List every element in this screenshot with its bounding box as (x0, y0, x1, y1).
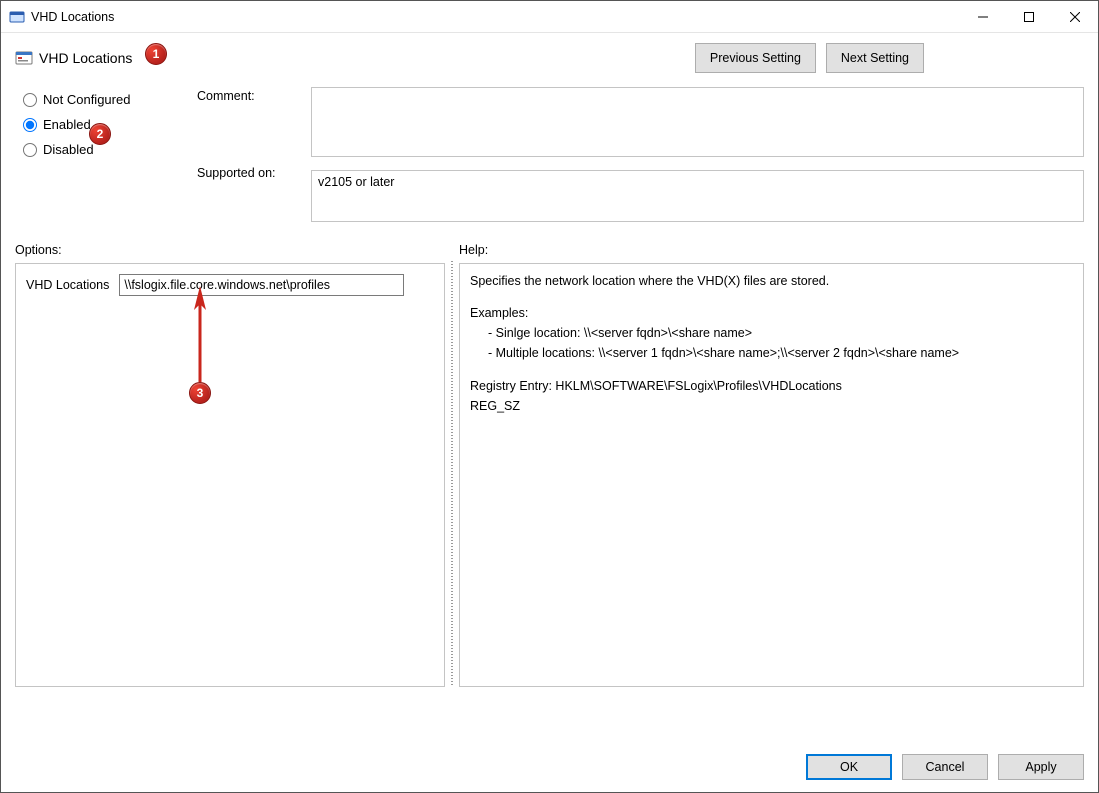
radio-not-configured[interactable]: Not Configured (23, 87, 193, 112)
help-example-multi: - Multiple locations: \\<server 1 fqdn>\… (470, 344, 1063, 362)
options-pane: Options: VHD Locations 3 (15, 239, 445, 687)
radio-not-configured-input[interactable] (23, 93, 37, 107)
policy-heading: VHD Locations (39, 50, 132, 66)
options-box: VHD Locations 3 (15, 263, 445, 687)
radio-disabled-input[interactable] (23, 143, 37, 157)
vhd-locations-label: VHD Locations (26, 278, 109, 292)
supported-on-textarea: v2105 or later (311, 170, 1084, 222)
ok-button[interactable]: OK (806, 754, 892, 780)
help-label: Help: (459, 239, 1084, 263)
window-title: VHD Locations (31, 10, 114, 24)
supported-on-label: Supported on: (197, 160, 307, 180)
cancel-button[interactable]: Cancel (902, 754, 988, 780)
radio-enabled-input[interactable] (23, 118, 37, 132)
help-line-1: Specifies the network location where the… (470, 272, 1063, 290)
window-maximize-button[interactable] (1006, 1, 1052, 33)
window-close-button[interactable] (1052, 1, 1098, 33)
comment-textarea[interactable] (311, 87, 1084, 157)
help-registry-entry: Registry Entry: HKLM\SOFTWARE\FSLogix\Pr… (470, 377, 1063, 395)
radio-not-configured-label: Not Configured (43, 92, 130, 107)
help-box: Specifies the network location where the… (459, 263, 1084, 687)
window-minimize-button[interactable] (960, 1, 1006, 33)
annotation-badge-3: 3 (189, 382, 211, 404)
policy-state-radios: Not Configured Enabled Disabled (23, 87, 193, 162)
pane-splitter[interactable] (449, 261, 455, 687)
titlebar: VHD Locations (1, 1, 1098, 33)
radio-enabled[interactable]: Enabled (23, 112, 193, 137)
radio-enabled-label: Enabled (43, 117, 91, 132)
vhd-locations-input[interactable] (119, 274, 404, 296)
vhd-locations-row: VHD Locations (26, 274, 434, 296)
next-setting-button[interactable]: Next Setting (826, 43, 924, 73)
help-registry-type: REG_SZ (470, 397, 1063, 415)
dialog-footer: OK Cancel Apply (1, 742, 1098, 792)
options-help-split: Options: VHD Locations 3 (1, 239, 1098, 687)
app-icon (9, 9, 25, 25)
previous-setting-button[interactable]: Previous Setting (695, 43, 816, 73)
help-example-single: - Sinlge location: \\<server fqdn>\<shar… (470, 324, 1063, 342)
policy-state-grid: Not Configured Enabled Disabled Comment:… (1, 81, 1098, 239)
options-label: Options: (15, 239, 445, 263)
header-strip: VHD Locations Previous Setting Next Sett… (1, 33, 1098, 81)
annotation-badge-1: 1 (145, 43, 167, 65)
radio-disabled-label: Disabled (43, 142, 94, 157)
help-pane: Help: Specifies the network location whe… (459, 239, 1084, 687)
radio-disabled[interactable]: Disabled (23, 137, 193, 162)
policy-icon (15, 49, 33, 67)
apply-button[interactable]: Apply (998, 754, 1084, 780)
help-examples-label: Examples: (470, 304, 1063, 322)
comment-label: Comment: (197, 87, 307, 103)
